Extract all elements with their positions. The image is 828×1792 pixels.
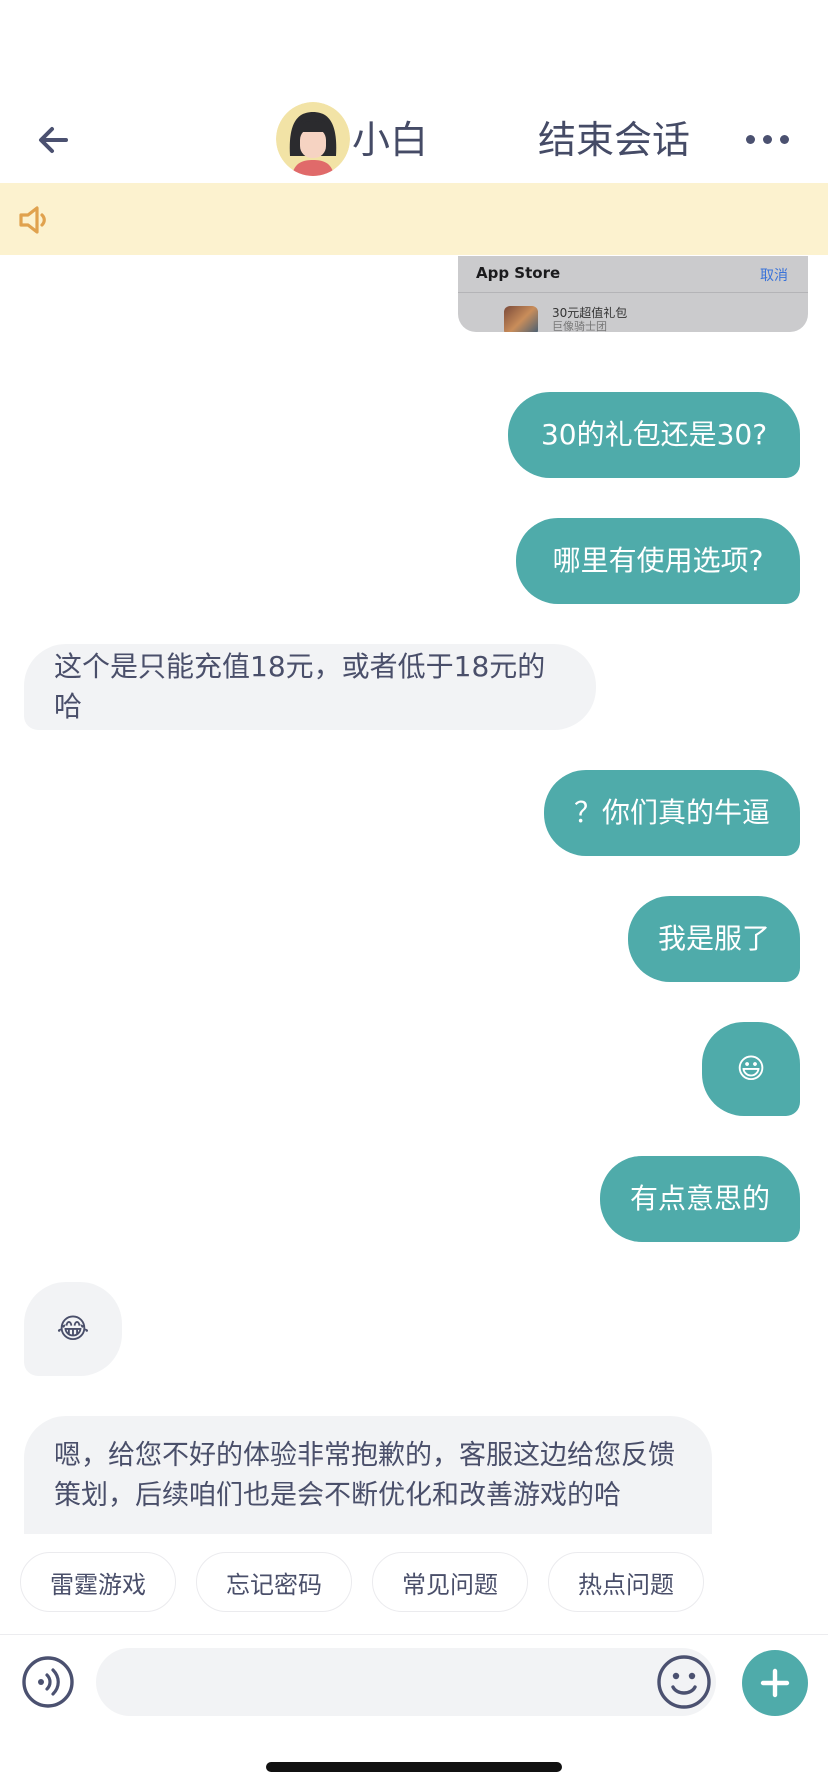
message-bubble-me[interactable]: ？你们真的牛逼 <box>544 770 800 856</box>
quick-reply-chip[interactable]: 热点问题 <box>548 1552 704 1612</box>
message-bubble-agent[interactable]: 😂 <box>24 1282 122 1376</box>
quick-reply-chip[interactable]: 忘记密码 <box>196 1552 352 1612</box>
divider <box>458 292 808 293</box>
appstore-item-seller: 巨像骑士团 <box>552 320 607 332</box>
smiley-icon[interactable] <box>656 1654 712 1710</box>
more-options-icon[interactable] <box>744 124 792 154</box>
back-arrow-icon[interactable] <box>34 120 74 160</box>
divider <box>0 1634 828 1635</box>
plus-button[interactable] <box>742 1650 808 1716</box>
avatar[interactable] <box>276 102 350 176</box>
message-input[interactable] <box>96 1648 716 1716</box>
end-session-button[interactable]: 结束会话 <box>538 112 690 168</box>
message-bubble-me[interactable]: 我是服了 <box>628 896 800 982</box>
home-indicator <box>266 1762 562 1772</box>
message-bubble-agent[interactable]: 这个是只能充值18元，或者低于18元的哈 <box>24 644 596 730</box>
quick-reply-chip[interactable]: 常见问题 <box>372 1552 528 1612</box>
game-app-icon <box>504 306 538 332</box>
message-bubble-me[interactable]: 30的礼包还是30? <box>508 392 800 478</box>
appstore-title: App Store <box>476 264 561 282</box>
quick-reply-chip[interactable]: 雷霆游戏 <box>20 1552 176 1612</box>
message-bubble-me[interactable]: 有点意思的 <box>600 1156 800 1242</box>
speaker-icon <box>19 206 46 234</box>
appstore-screenshot-message[interactable]: App Store 取消 30元超值礼包 巨像骑士团 <box>458 256 808 332</box>
message-bubble-me[interactable]: 哪里有使用选项? <box>516 518 800 604</box>
message-bubble-agent[interactable]: 嗯，给您不好的体验非常抱歉的，客服这边给您反馈策划，后续咱们也是会不断优化和改善… <box>24 1416 712 1534</box>
plus-icon <box>760 1668 790 1698</box>
notice-bar[interactable] <box>0 183 828 255</box>
contact-name: 小白 <box>352 118 429 162</box>
appstore-cancel-label: 取消 <box>760 268 788 284</box>
voice-icon[interactable] <box>22 1656 74 1708</box>
message-bubble-me[interactable]: 😃 <box>702 1022 800 1116</box>
